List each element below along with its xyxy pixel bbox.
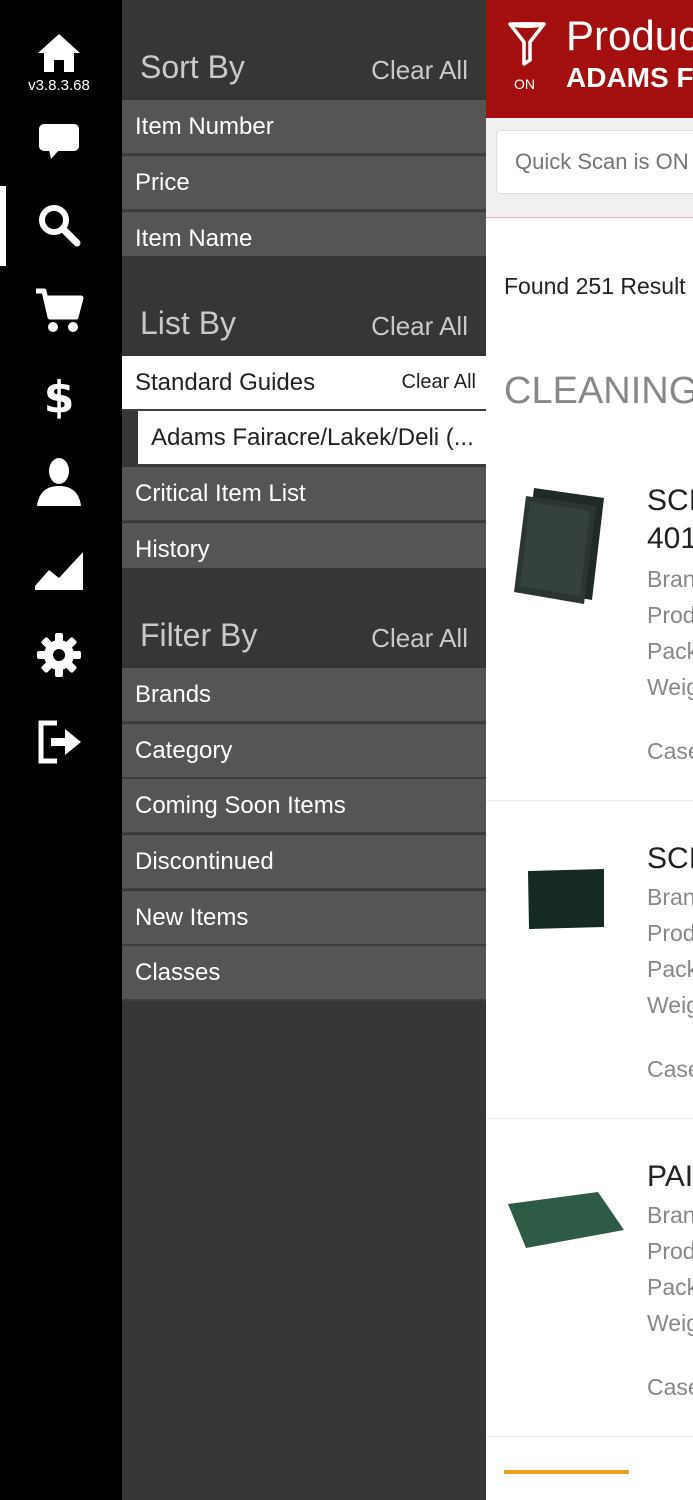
- standard-guides-clear-all-button[interactable]: Clear All: [402, 371, 476, 394]
- product-brand: Bran: [647, 566, 693, 592]
- home-button[interactable]: [0, 30, 118, 76]
- sort-by-title: Sort By: [140, 49, 245, 85]
- messages-button[interactable]: [0, 118, 118, 164]
- scrub-pad-image: [508, 1192, 624, 1248]
- product-card[interactable]: SCI 401 Bran Prod Pack Weig Case: [486, 470, 693, 801]
- filter-option-discontinued[interactable]: Discontinued: [122, 835, 486, 890]
- scrub-pad-image: [514, 488, 604, 604]
- filter-option-new-items[interactable]: New Items: [122, 891, 486, 946]
- product-case: Case: [647, 738, 693, 764]
- sort-option-item-number[interactable]: Item Number: [122, 100, 486, 155]
- filter-status-label: ON: [514, 76, 535, 92]
- product-code: Prod: [647, 602, 693, 628]
- reports-button[interactable]: [0, 548, 118, 592]
- filter-by-title: Filter By: [140, 617, 258, 653]
- product-case: Case: [647, 1374, 693, 1400]
- list-option-critical-item-list[interactable]: Critical Item List: [122, 467, 486, 522]
- product-weight: Weig: [647, 1310, 693, 1336]
- settings-button[interactable]: [0, 632, 118, 678]
- search-icon: [39, 205, 81, 247]
- user-icon: [37, 458, 81, 506]
- logout-icon: [38, 720, 81, 764]
- svg-text:$: $: [44, 372, 74, 420]
- sort-option-price[interactable]: Price: [122, 156, 486, 211]
- filter-clear-all-button[interactable]: Clear All: [371, 623, 468, 654]
- list-option-standard-guides[interactable]: Standard Guides Clear All: [122, 356, 486, 411]
- product-brand: Bran: [647, 884, 693, 910]
- filter-option-classes[interactable]: Classes: [122, 946, 486, 1001]
- results-count: Found 251 Result: [504, 273, 686, 299]
- dollar-icon: $: [44, 372, 74, 420]
- account-button[interactable]: [0, 456, 118, 508]
- product-weight: Weig: [647, 674, 693, 700]
- product-title: PAI: [647, 1160, 693, 1193]
- search-button[interactable]: [0, 202, 118, 248]
- product-brand: Bran: [647, 1202, 693, 1228]
- customer-name: ADAMS F: [566, 62, 693, 93]
- chat-icon: [39, 124, 79, 159]
- app-version: v3.8.3.68: [28, 77, 90, 94]
- main-content: ON Produc ADAMS F Found 251 Result CLEAN…: [486, 0, 693, 1500]
- icon-rail: v3.8.3.68 $: [0, 0, 122, 1500]
- filter-option-brands[interactable]: Brands: [122, 668, 486, 723]
- cart-button[interactable]: [0, 287, 118, 335]
- product-pack: Pack: [647, 1274, 693, 1300]
- search-bar-area: [486, 118, 693, 218]
- filter-drawer: Sort By Clear All Item Number Price Item…: [122, 0, 486, 1500]
- sub-option-indent: [122, 411, 138, 466]
- quick-scan-input[interactable]: [496, 130, 693, 194]
- filter-toggle-button[interactable]: [508, 20, 546, 71]
- header-bar: ON Produc ADAMS F: [486, 0, 693, 118]
- page-title: Produc: [566, 12, 693, 59]
- product-pack: Pack: [647, 956, 693, 982]
- product-code: Prod: [647, 920, 693, 946]
- filter-option-category[interactable]: Category: [122, 724, 486, 779]
- product-pack: Pack: [647, 638, 693, 664]
- product-weight: Weig: [647, 992, 693, 1018]
- sort-section-header: Sort By Clear All: [122, 0, 486, 100]
- sort-clear-all-button[interactable]: Clear All: [371, 55, 468, 86]
- funnel-icon: [508, 22, 546, 66]
- logout-button[interactable]: [0, 718, 118, 766]
- category-heading: CLEANING: [504, 370, 693, 412]
- gear-icon: [37, 633, 81, 677]
- filter-section-header: Filter By Clear All: [122, 568, 486, 668]
- product-code: Prod: [647, 1238, 693, 1264]
- load-more-underline: [504, 1470, 629, 1474]
- list-by-title: List By: [140, 305, 237, 341]
- chart-icon: [35, 552, 83, 590]
- product-title: SCI: [647, 842, 693, 875]
- scrub-pad-image: [528, 869, 604, 929]
- product-card[interactable]: SCI Bran Prod Pack Weig Case: [486, 802, 693, 1119]
- filter-option-coming-soon[interactable]: Coming Soon Items: [122, 779, 486, 834]
- product-case: Case: [647, 1056, 693, 1082]
- list-section-header: List By Clear All: [122, 256, 486, 356]
- list-option-label: Standard Guides: [135, 368, 316, 396]
- product-title: SCI: [647, 484, 693, 517]
- cart-icon: [36, 288, 84, 332]
- product-title-line2: 401: [647, 522, 693, 555]
- list-sub-option-guide[interactable]: Adams Fairacre/Lakek/Deli (...: [138, 411, 486, 466]
- pricing-button[interactable]: $: [0, 370, 118, 420]
- product-card[interactable]: PAI Bran Prod Pack Weig Case: [486, 1120, 693, 1437]
- list-clear-all-button[interactable]: Clear All: [371, 311, 468, 342]
- home-icon: [38, 34, 80, 72]
